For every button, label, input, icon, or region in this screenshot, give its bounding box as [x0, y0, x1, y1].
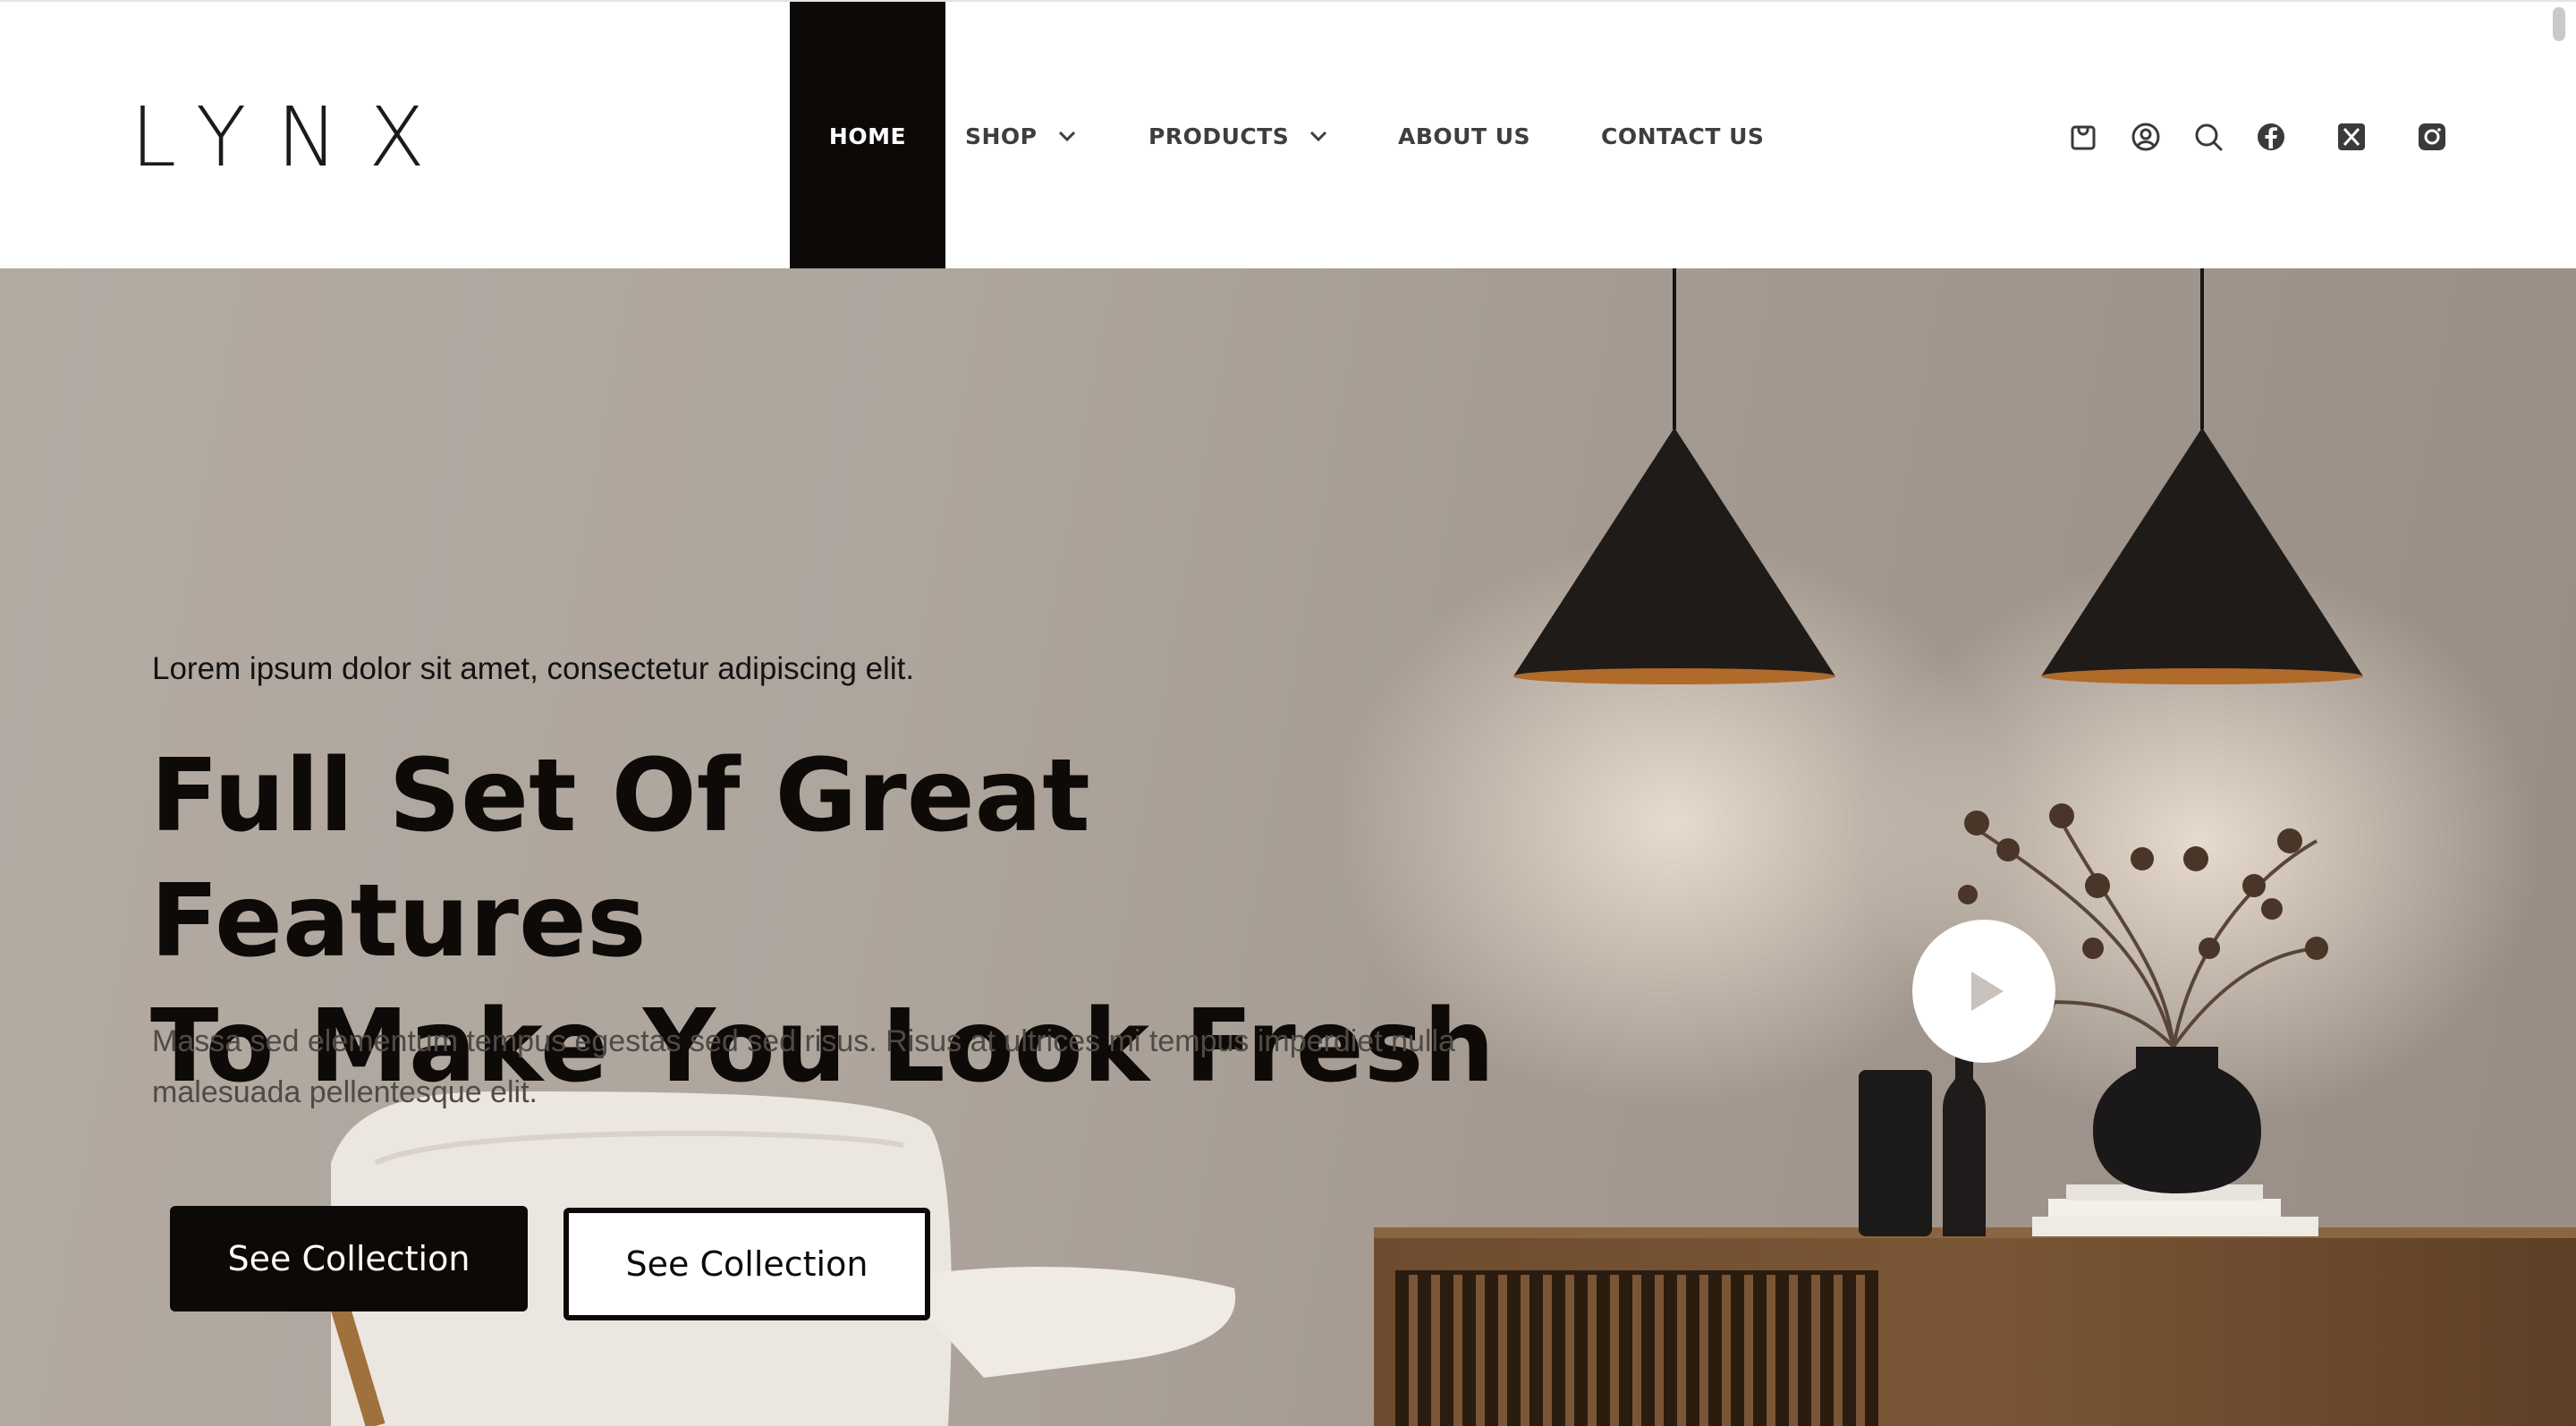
nav-products-label: PRODUCTS	[1148, 123, 1290, 149]
nav-about-label: ABOUT US	[1398, 123, 1531, 149]
nav-about[interactable]: ABOUT US	[1375, 2, 1580, 270]
user-icon[interactable]	[2125, 116, 2166, 157]
chevron-down-icon	[1058, 131, 1075, 142]
cart-icon[interactable]	[2063, 116, 2104, 157]
nav-shop-label: SHOP	[965, 123, 1038, 149]
scrollbar-thumb[interactable]	[2553, 7, 2565, 41]
hero-section: Lorem ipsum dolor sit amet, consectetur …	[0, 268, 2576, 1426]
hero-kicker: Lorem ipsum dolor sit amet, consectetur …	[152, 651, 915, 686]
nav-contact-label: CONTACT US	[1601, 123, 1765, 149]
nav-home-label: HOME	[828, 123, 907, 149]
search-icon[interactable]	[2188, 116, 2229, 157]
play-video-button[interactable]	[1912, 920, 2055, 1063]
nav-contact[interactable]: CONTACT US	[1580, 2, 1795, 270]
nav-shop[interactable]: SHOP	[945, 2, 1124, 270]
hero-title-line-1: Full Set Of Great Features	[150, 738, 1090, 980]
x-twitter-icon[interactable]	[2331, 116, 2372, 157]
play-icon	[1971, 972, 2004, 1011]
logo[interactable]: LYNX	[131, 97, 455, 179]
instagram-icon[interactable]	[2411, 116, 2453, 157]
facebook-icon[interactable]	[2250, 116, 2292, 157]
see-collection-secondary-button[interactable]: See Collection	[564, 1208, 930, 1320]
chevron-down-icon	[1310, 131, 1327, 142]
nav-products[interactable]: PRODUCTS	[1124, 2, 1375, 270]
see-collection-primary-button[interactable]: See Collection	[170, 1206, 528, 1311]
nav-home[interactable]: HOME	[790, 2, 945, 270]
hero-subtitle: Massa sed elementum tempus egestas sed s…	[152, 1024, 1455, 1109]
main-nav: HOME SHOP PRODUCTS ABOUT US CONTACT US	[790, 2, 1795, 270]
site-header: LYNX HOME SHOP PRODUCTS ABOUT US CONTACT…	[0, 0, 2576, 270]
